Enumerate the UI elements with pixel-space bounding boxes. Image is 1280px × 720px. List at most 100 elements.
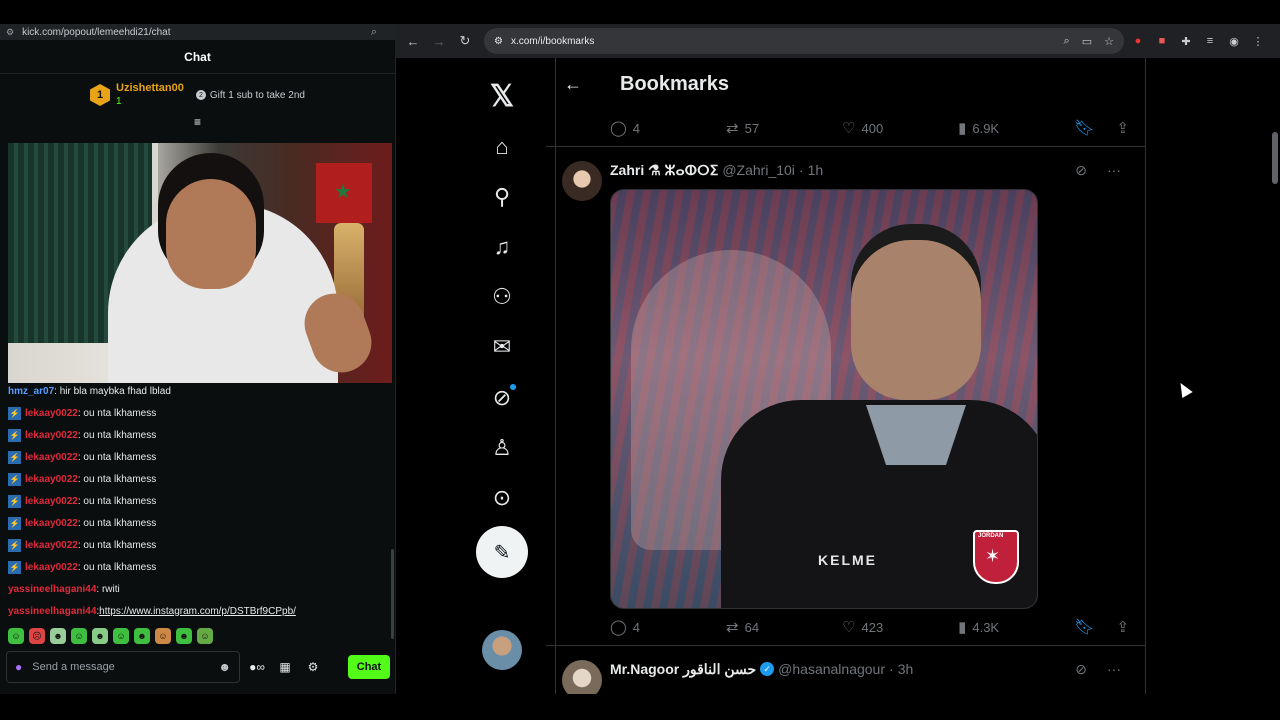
emote-icon[interactable]: ☺ [197,628,213,644]
chat-username[interactable]: lekaay0022 [25,452,78,463]
mic-icon[interactable]: ● [15,660,22,674]
subscriber-badge-icon[interactable]: ⚡ [8,538,21,552]
site-settings-icon[interactable]: ⚙ [494,36,503,47]
account-avatar[interactable] [482,630,522,670]
emote-icon[interactable]: ☺ [113,628,129,644]
back-arrow-icon[interactable]: ← [564,74,582,95]
like-button[interactable]: ♡ 400 [842,119,958,137]
compose-post-button[interactable]: ✎ [476,526,528,578]
emote-icon[interactable]: ☻ [134,628,150,644]
chat-username[interactable]: lekaay0022 [25,496,78,507]
emote-icon[interactable]: ☻ [92,628,108,644]
reply-button[interactable]: ◯ 4 [610,618,726,636]
subscriber-badge-icon[interactable]: ⚡ [8,516,21,530]
tweet-time[interactable]: 3h [898,661,914,677]
subscriber-badge-icon[interactable]: ⚡ [8,428,21,442]
home-icon[interactable]: ⌂ [484,129,520,165]
profile-person-icon[interactable]: ♙ [484,430,520,466]
address-bar[interactable]: ⚙ x.com/i/bookmarks ⌕ ▭ ☆ [484,28,1124,54]
more-dots-icon[interactable]: ··· [1107,661,1121,678]
back-arrow-icon[interactable]: ← [402,34,424,49]
explore-search-icon[interactable]: ⚲ [484,179,520,215]
expand-pinned-icon[interactable]: ≡ [0,116,395,130]
chat-message-link[interactable]: https://www.instagram.com/p/DSTBrf9CPpb/ [99,606,296,617]
tweet-author-name[interactable]: Mr.Nagoor حسن الناقور [610,661,756,678]
star-bookmark-icon[interactable]: ☆ [1104,35,1114,48]
subscriber-badge-icon[interactable]: ⚡ [8,472,21,486]
chat-username[interactable]: lekaay0022 [25,518,78,529]
gift-note[interactable]: 2 Gift 1 sub to take 2nd [195,90,305,101]
adblock-icon[interactable]: ■ [1152,35,1172,47]
tweet[interactable]: Zahri ⚗ ⵣⴰⵀⵔⵉ @Zahri_10i · 1h ⊘ ··· KELM… [546,147,1145,645]
chat-username[interactable]: yassineelhagani44 [8,584,96,595]
grok-explain-icon[interactable]: ⊘ [1075,162,1087,179]
forward-arrow-icon[interactable]: → [428,34,450,49]
tweet-media-image[interactable]: KELME JORDAN ✶ [610,189,1038,609]
browser-menu-icon[interactable]: ⋮ [1248,35,1268,48]
views-button[interactable]: ▮ 6.9K [958,119,1074,137]
chat-username[interactable]: hmz_ar07 [8,386,54,397]
tweet-time[interactable]: 1h [808,162,824,178]
reply-button[interactable]: ◯ 4 [610,119,726,137]
store-icon[interactable]: ▦ [274,660,296,674]
media-control-icon[interactable]: ≡ [1200,35,1220,47]
settings-gear-icon[interactable]: ⚙ [302,660,324,674]
x-logo-icon[interactable]: 𝕏 [484,78,520,114]
tweet[interactable]: Mr.Nagoor حسن الناقور ✓ @hasanalnagour ·… [546,646,1145,694]
communities-icon[interactable]: ⚇ [484,279,520,315]
webcam-overlay[interactable] [8,143,392,383]
share-icon[interactable]: ⇪ [1116,618,1129,636]
like-button[interactable]: ♡ 423 [842,618,958,636]
emote-icon[interactable]: ☺ [8,628,24,644]
repost-button[interactable]: ⇄ 64 [726,618,842,636]
grok-explain-icon[interactable]: ⊘ [1075,661,1087,678]
notifications-bell-icon[interactable]: ♫ [484,229,520,265]
extension-icon[interactable]: ● [1128,35,1148,47]
gift-leader[interactable]: Uzishettan00 1 [116,82,184,108]
bookmark-icon[interactable]: 🔖︎ [1074,118,1094,138]
grok-icon[interactable]: ⊘ [484,380,520,416]
tweet-author-handle[interactable]: @Zahri_10i [722,162,795,178]
emoji-picker-icon[interactable]: ☻ [218,660,231,674]
chat-message-text: : hir bla maybka fhad lblad [54,385,171,397]
emote-icon[interactable]: ☺ [155,628,171,644]
messages-mail-icon[interactable]: ✉ [484,329,520,365]
chat-message-input[interactable]: ● Send a message ☻ [6,651,240,683]
repost-button[interactable]: ⇄ 57 [726,119,842,137]
profile-icon[interactable]: ◉ [1224,35,1244,48]
share-icon[interactable]: ⇪ [1116,119,1129,137]
chat-username[interactable]: lekaay0022 [25,540,78,551]
subscriber-badge-icon[interactable]: ⚡ [8,450,21,464]
chat-username[interactable]: lekaay0022 [25,474,78,485]
emote-icon[interactable]: ☹ [29,628,45,644]
emote-icon[interactable]: ☻ [176,628,192,644]
bookmark-icon[interactable]: 🔖︎ [1074,617,1094,637]
chat-username[interactable]: yassineelhagani44 [8,606,96,617]
page-title: Bookmarks [620,72,729,95]
zoom-icon[interactable]: ⌕ [1064,35,1070,48]
emote-icon[interactable]: ☺ [71,628,87,644]
chat-send-button[interactable]: Chat [348,655,390,679]
install-app-icon[interactable]: ▭ [1082,35,1092,48]
extensions-puzzle-icon[interactable]: ✚ [1176,35,1196,48]
tweet-author-handle[interactable]: @hasanalnagour [778,661,885,677]
chat-scrollbar[interactable] [391,549,394,639]
subscriber-badge-icon[interactable]: ⚡ [8,406,21,420]
tweet-author-avatar[interactable] [562,161,602,201]
subscriber-badge-icon[interactable]: ⚡ [8,494,21,508]
site-info-icon[interactable]: ⚙ [6,27,14,38]
subscriber-badge-icon[interactable]: ⚡ [8,560,21,574]
zoom-icon[interactable]: ⌕ [371,26,377,39]
views-button[interactable]: ▮ 4.3K [958,618,1074,636]
reload-icon[interactable]: ↻ [454,33,476,49]
points-icon[interactable]: ●∞ [246,660,268,674]
tweet-author-avatar[interactable] [562,660,602,694]
tweet-author-name[interactable]: Zahri ⚗ ⵣⴰⵀⵔⵉ [610,162,718,179]
chat-username[interactable]: lekaay0022 [25,408,78,419]
page-scrollbar[interactable] [1272,132,1278,184]
more-dots-icon[interactable]: ··· [1107,162,1121,179]
more-options-icon[interactable]: ⊙ [484,480,520,516]
emote-icon[interactable]: ☻ [50,628,66,644]
chat-username[interactable]: lekaay0022 [25,562,78,573]
chat-username[interactable]: lekaay0022 [25,430,78,441]
